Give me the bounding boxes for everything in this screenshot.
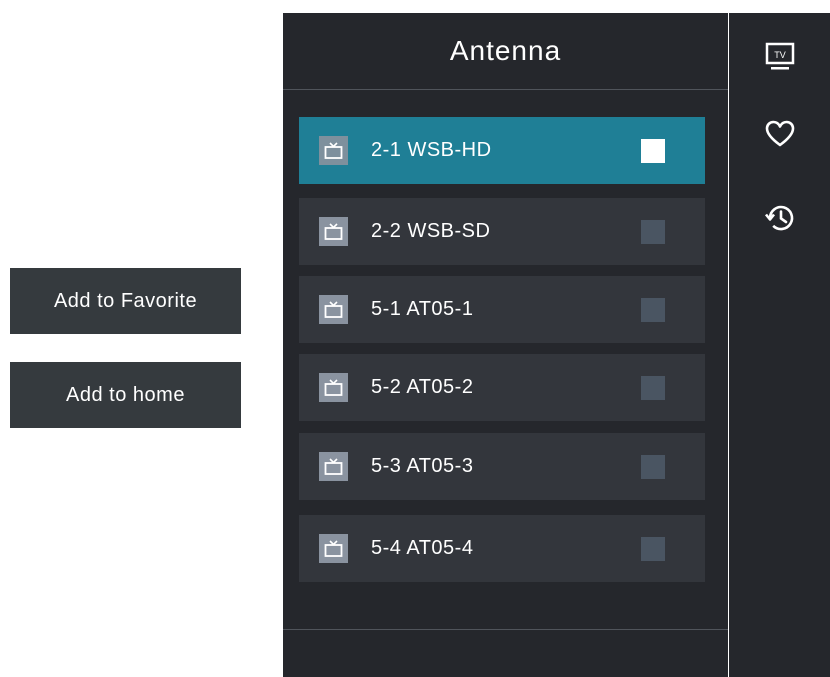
tv-channel-icon [319, 452, 348, 481]
channel-name: 2-1 WSB-HD [371, 139, 492, 161]
channel-name: 5-4 AT05-4 [371, 537, 474, 559]
channel-row[interactable]: 5-2 AT05-2 [299, 354, 705, 421]
tv-channel-icon [319, 534, 348, 563]
channel-name: 5-1 AT05-1 [371, 298, 474, 320]
tv-icon-label: TV [774, 50, 786, 60]
history-icon[interactable] [763, 201, 797, 235]
channel-list-panel: Antenna 2-1 WSB-HD 2-2 WSB-SD 5-1 AT05-1… [283, 13, 728, 677]
channel-checkbox[interactable] [641, 536, 665, 561]
side-rail: TV [729, 13, 830, 677]
tv-channel-icon [319, 295, 348, 324]
add-to-favorite-label: Add to Favorite [53, 289, 198, 312]
channel-name: 2-2 WSB-SD [371, 220, 491, 242]
channel-row[interactable]: 5-4 AT05-4 [299, 515, 705, 582]
channel-name: 5-2 AT05-2 [371, 376, 474, 398]
channel-checkbox[interactable] [641, 454, 665, 479]
add-to-favorite-button[interactable]: Add to Favorite [10, 268, 241, 334]
tv-channel-icon [319, 136, 348, 165]
channel-checkbox[interactable] [641, 297, 665, 322]
panel-title: Antenna [449, 35, 562, 66]
channel-checkbox[interactable] [641, 138, 665, 163]
tv-channel-icon [319, 373, 348, 402]
channel-checkbox[interactable] [641, 375, 665, 400]
channel-row[interactable]: 2-1 WSB-HD [299, 117, 705, 184]
channel-name: 5-3 AT05-3 [371, 455, 474, 477]
bottom-divider [283, 629, 728, 630]
tv-icon[interactable]: TV [763, 40, 797, 74]
heart-icon[interactable] [763, 117, 797, 151]
add-to-home-button[interactable]: Add to home [10, 362, 241, 428]
channel-checkbox[interactable] [641, 219, 665, 244]
channel-row[interactable]: 5-1 AT05-1 [299, 276, 705, 343]
tv-channel-icon [319, 217, 348, 246]
channel-row[interactable]: 5-3 AT05-3 [299, 433, 705, 500]
add-to-home-label: Add to home [66, 383, 185, 406]
channel-row[interactable]: 2-2 WSB-SD [299, 198, 705, 265]
title-divider [283, 89, 728, 90]
